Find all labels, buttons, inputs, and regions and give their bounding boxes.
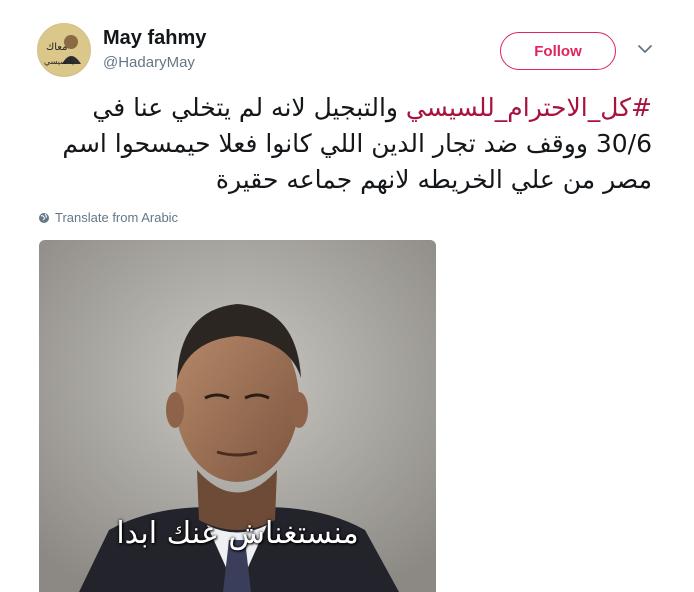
tweet-text: #كل_الاحترام_للسيسي والتبجيل لانه لم يتخ…: [38, 90, 652, 198]
avatar-logo-text: معاك: [46, 42, 67, 53]
follow-button[interactable]: Follow: [500, 32, 616, 70]
translate-link[interactable]: Translate from Arabic: [38, 210, 178, 225]
chevron-down-icon[interactable]: [636, 40, 654, 58]
avatar[interactable]: معاك يا سيسي: [37, 23, 91, 77]
user-handle[interactable]: @HadaryMay: [103, 54, 195, 71]
tweet-photo[interactable]: منستغناش عنك ابدا: [39, 240, 436, 592]
avatar-image: معاك يا سيسي: [38, 24, 90, 76]
hashtag-link[interactable]: #كل_الاحترام_للسيسي: [406, 93, 652, 122]
user-name[interactable]: May fahmy: [103, 27, 206, 50]
globe-icon: [39, 212, 49, 223]
translate-label[interactable]: Translate from Arabic: [55, 210, 178, 225]
svg-text:يا سيسي: يا سيسي: [44, 57, 74, 66]
image-caption: منستغناش عنك ابدا: [116, 516, 359, 551]
